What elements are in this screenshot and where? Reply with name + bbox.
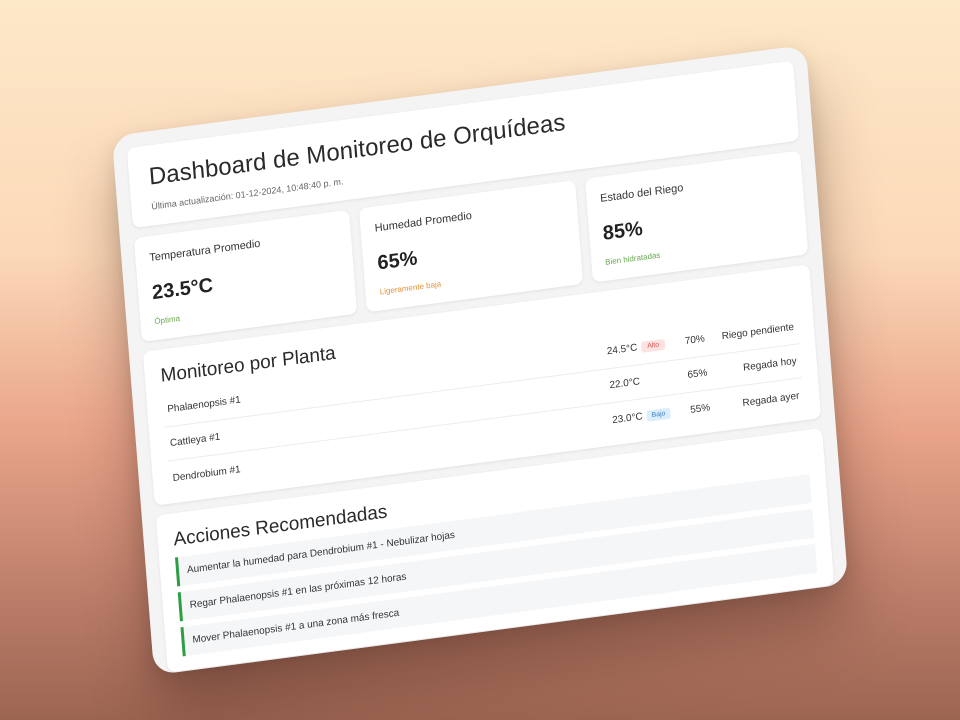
dashboard-window: Dashboard de Monitoreo de Orquídeas Últi… — [111, 44, 849, 676]
plant-humidity: 70% — [684, 333, 706, 348]
plant-watering: Regada ayer — [742, 390, 800, 409]
plant-temperature: 22.0°C — [609, 376, 641, 392]
plant-watering: Riego pendiente — [721, 321, 795, 343]
stat-card-temperature: Temperatura Promedio 23.5°C Óptima — [133, 209, 358, 342]
stat-card-watering: Estado del Riego 85% Bien hidratadas — [584, 150, 809, 283]
stat-label: Humedad Promedio — [374, 209, 473, 235]
status-badge: Alto — [640, 338, 666, 353]
plant-humidity: 55% — [689, 401, 711, 416]
plant-watering: Regada hoy — [742, 355, 798, 374]
stat-card-humidity: Humedad Promedio 65% Ligeramente baja — [359, 180, 583, 313]
plant-humidity: 65% — [687, 367, 708, 382]
plant-temperature: 23.0°C — [611, 410, 644, 426]
plant-temperature: 24.5°C — [606, 342, 638, 358]
status-badge: Bajo — [646, 407, 671, 422]
stat-label: Temperatura Promedio — [148, 237, 261, 265]
stat-label: Estado del Riego — [599, 182, 684, 205]
